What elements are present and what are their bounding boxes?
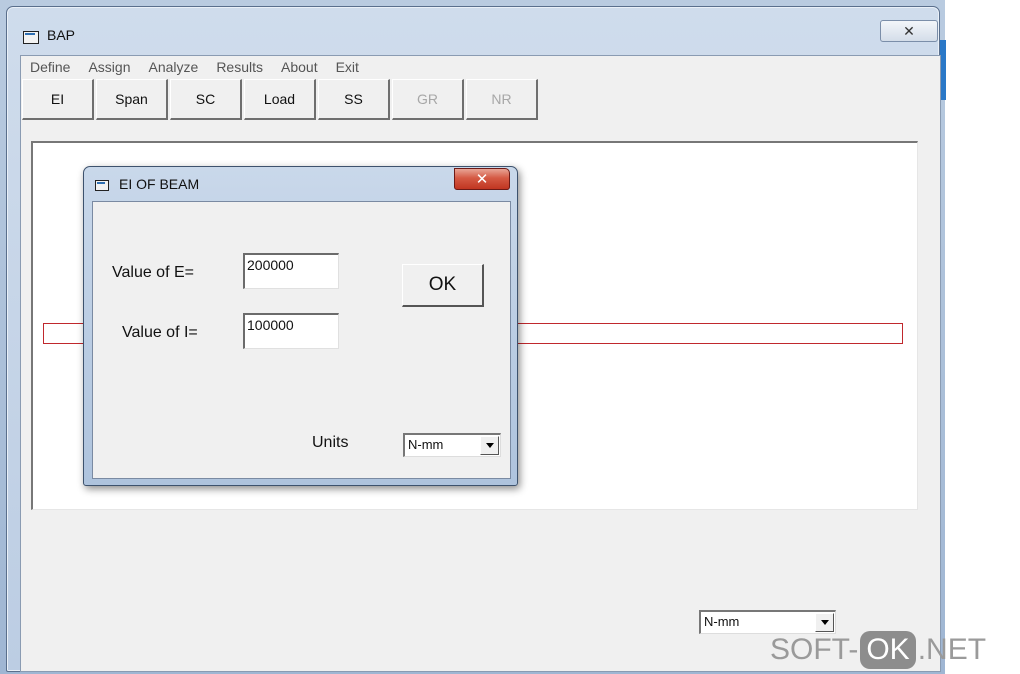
i-value-input[interactable]: 100000 <box>243 313 339 349</box>
dialog-units-select[interactable]: N-mm <box>403 433 501 457</box>
ei-dialog: EI OF BEAM ✕ Value of E= 200000 Value of… <box>83 166 518 486</box>
dialog-units-value: N-mm <box>408 437 444 452</box>
menu-bar: Define Assign Analyze Results About Exit <box>21 56 940 78</box>
dialog-title: EI OF BEAM <box>119 176 200 192</box>
menu-define[interactable]: Define <box>21 59 79 75</box>
ei-button[interactable]: EI <box>22 79 94 120</box>
load-button[interactable]: Load <box>244 79 316 120</box>
watermark-right: .NET <box>917 633 987 666</box>
chevron-down-icon[interactable] <box>480 436 499 455</box>
ss-button[interactable]: SS <box>318 79 390 120</box>
i-label: Value of I= <box>122 324 198 341</box>
dialog-icon <box>95 180 109 191</box>
menu-exit[interactable]: Exit <box>327 59 368 75</box>
menu-analyze[interactable]: Analyze <box>140 59 208 75</box>
menu-results[interactable]: Results <box>207 59 272 75</box>
window-close-button[interactable]: ✕ <box>880 20 938 42</box>
units-select-value: N-mm <box>704 614 740 629</box>
watermark-left: SOFT- <box>770 633 859 666</box>
ok-button[interactable]: OK <box>402 264 484 307</box>
span-button[interactable]: Span <box>96 79 168 120</box>
watermark-pill: OK <box>860 631 916 669</box>
sc-button[interactable]: SC <box>170 79 242 120</box>
toolbar: EI Span SC Load SS GR NR <box>22 79 540 121</box>
e-value-input[interactable]: 200000 <box>243 253 339 289</box>
dialog-client-area: Value of E= 200000 Value of I= 100000 OK… <box>92 201 511 479</box>
nr-button: NR <box>466 79 538 120</box>
gr-button: GR <box>392 79 464 120</box>
dialog-close-button[interactable]: ✕ <box>454 168 510 190</box>
e-label: Value of E= <box>112 264 194 281</box>
app-icon <box>23 31 39 44</box>
units-label: Units <box>312 434 349 451</box>
menu-about[interactable]: About <box>272 59 327 75</box>
watermark: SOFT- OK .NET <box>770 628 986 672</box>
window-title: BAP <box>47 27 76 43</box>
menu-assign[interactable]: Assign <box>79 59 139 75</box>
